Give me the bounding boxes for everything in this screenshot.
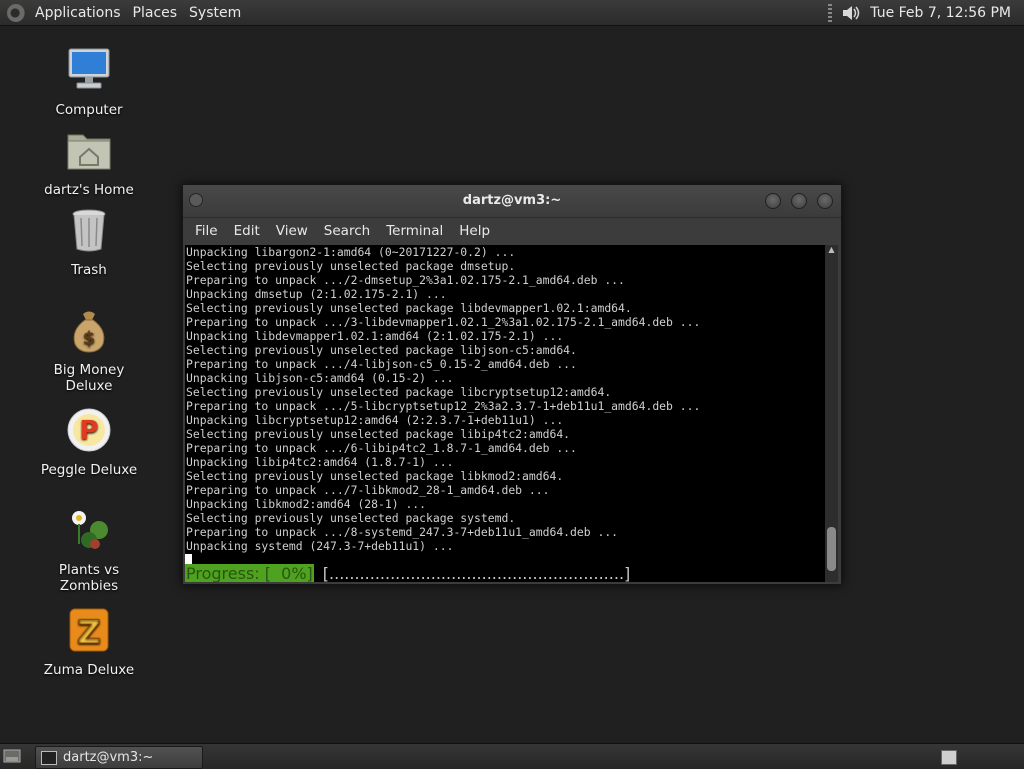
terminal-line: Selecting previously unselected package …	[186, 427, 571, 441]
taskbar-terminal-button[interactable]: dartz@vm3:~	[35, 746, 203, 769]
peggle-icon: P	[67, 408, 111, 452]
menu-view[interactable]: View	[268, 223, 316, 239]
desktop-icon-plants-vs-zombies[interactable]: Plants vs Zombies	[29, 506, 149, 594]
scroll-up-arrow-icon[interactable]: ▲	[825, 245, 838, 255]
desktop-icon-big-money-deluxe[interactable]: $ Big Money Deluxe	[29, 306, 149, 394]
desktop-icon-label: Peggle Deluxe	[40, 462, 138, 478]
menu-system[interactable]: System	[183, 5, 247, 21]
terminal-scrollbar[interactable]: ▲	[825, 245, 838, 582]
minimize-button[interactable]	[765, 193, 781, 209]
terminal-line: Selecting previously unselected package …	[186, 469, 564, 483]
desktop-icon-label: Plants vs Zombies	[58, 562, 120, 594]
svg-text:Z: Z	[77, 613, 100, 651]
workspace-switcher[interactable]	[941, 750, 957, 765]
terminal-line: Preparing to unpack .../4-libjson-c5_0.1…	[186, 357, 577, 371]
menu-edit[interactable]: Edit	[226, 223, 268, 239]
menu-help[interactable]: Help	[451, 223, 498, 239]
terminal-line: Unpacking libcryptsetup12:amd64 (2:2.3.7…	[186, 413, 564, 427]
maximize-button[interactable]	[791, 193, 807, 209]
svg-text:$: $	[83, 328, 96, 349]
money-bag-icon: $	[73, 311, 105, 353]
terminal-line: Preparing to unpack .../2-dmsetup_2%3a1.…	[186, 273, 625, 287]
desktop-icon-label: dartz's Home	[44, 182, 134, 198]
desktop-icon-zuma-deluxe[interactable]: Z Zuma Deluxe	[29, 606, 149, 678]
terminal-line: Selecting previously unselected package …	[186, 511, 516, 525]
progress-label: Progress: [ 0%]	[185, 563, 314, 582]
desktop-icon-home[interactable]: dartz's Home	[29, 126, 149, 198]
terminal-line: Unpacking libip4tc2:amd64 (1.8.7-1) ...	[186, 455, 454, 469]
panel-drag-handle[interactable]	[828, 3, 833, 22]
terminal-line: Preparing to unpack .../7-libkmod2_28-1_…	[186, 483, 550, 497]
show-desktop-icon[interactable]	[3, 748, 21, 764]
terminal-line: Preparing to unpack .../8-systemd_247.3-…	[186, 525, 619, 539]
computer-icon	[68, 48, 110, 89]
menu-places[interactable]: Places	[127, 5, 184, 21]
terminal-line: Preparing to unpack .../3-libdevmapper1.…	[186, 315, 701, 329]
zuma-icon: Z	[69, 608, 109, 652]
terminal-line: Unpacking libkmod2:amd64 (28-1) ...	[186, 497, 427, 511]
desktop-icon-trash[interactable]: Trash	[29, 206, 149, 278]
terminal-line: Unpacking libargon2-1:amd64 (0~20171227-…	[186, 245, 516, 259]
progress-track: [.......................................…	[322, 563, 631, 583]
window-title: dartz@vm3:~	[462, 193, 562, 208]
svg-text:P: P	[79, 416, 98, 446]
terminal-line: Selecting previously unselected package …	[186, 385, 612, 399]
menu-terminal[interactable]: Terminal	[378, 223, 451, 239]
bottom-panel: dartz@vm3:~	[0, 743, 1024, 769]
terminal-text: Unpacking libargon2-1:amd64 (0~20171227-…	[185, 245, 825, 553]
terminal-line: Unpacking dmsetup (2:1.02.175-2.1) ...	[186, 287, 447, 301]
distro-logo-icon[interactable]	[7, 3, 25, 22]
terminal-line: Unpacking libdevmapper1.02.1:amd64 (2:1.…	[186, 329, 564, 343]
menu-search[interactable]: Search	[316, 223, 378, 239]
terminal-line: Selecting previously unselected package …	[186, 259, 516, 273]
system-tray: Tue Feb 7, 12:56 PM	[828, 0, 1024, 25]
terminal-output[interactable]: Unpacking libargon2-1:amd64 (0~20171227-…	[185, 245, 825, 582]
progress-line: Progress: [ 0%] [........................…	[185, 563, 825, 583]
terminal-line: Selecting previously unselected package …	[186, 343, 577, 357]
menu-applications[interactable]: Applications	[29, 5, 127, 21]
scroll-thumb[interactable]	[827, 527, 836, 571]
terminal-window[interactable]: dartz@vm3:~ File Edit View Search Termin…	[182, 184, 842, 585]
top-panel: Applications Places System Tue Feb 7, 12…	[0, 0, 1024, 26]
desktop-icon-label: Big Money Deluxe	[53, 362, 125, 394]
taskbar-terminal-label: dartz@vm3:~	[63, 750, 154, 765]
clock[interactable]: Tue Feb 7, 12:56 PM	[870, 5, 1024, 21]
main-menu: Applications Places System	[0, 0, 247, 25]
terminal-line: Selecting previously unselected package …	[186, 301, 632, 315]
desktop-icon-computer[interactable]: Computer	[29, 46, 149, 118]
home-folder-icon	[67, 134, 111, 170]
terminal-line: Preparing to unpack .../5-libcryptsetup1…	[186, 399, 701, 413]
desktop-icon-label: Computer	[55, 102, 123, 118]
terminal-line: Unpacking libjson-c5:amd64 (0.15-2) ...	[186, 371, 454, 385]
desktop-icon-label: Trash	[71, 262, 107, 278]
menu-file[interactable]: File	[187, 223, 226, 239]
window-titlebar[interactable]: dartz@vm3:~	[183, 185, 841, 218]
desktop-icon-label: Zuma Deluxe	[43, 662, 135, 678]
volume-icon[interactable]	[840, 2, 862, 24]
desktop-icon-peggle-deluxe[interactable]: P Peggle Deluxe	[29, 406, 149, 478]
terminal-line: Unpacking systemd (247.3-7+deb11u1) ...	[186, 539, 454, 553]
terminal-menubar: File Edit View Search Terminal Help	[183, 218, 841, 244]
plants-vs-zombies-icon	[72, 511, 108, 549]
terminal-icon	[41, 750, 57, 765]
terminal-line: Preparing to unpack .../6-libip4tc2_1.8.…	[186, 441, 577, 455]
close-button[interactable]	[817, 193, 833, 209]
trash-icon	[72, 209, 106, 252]
